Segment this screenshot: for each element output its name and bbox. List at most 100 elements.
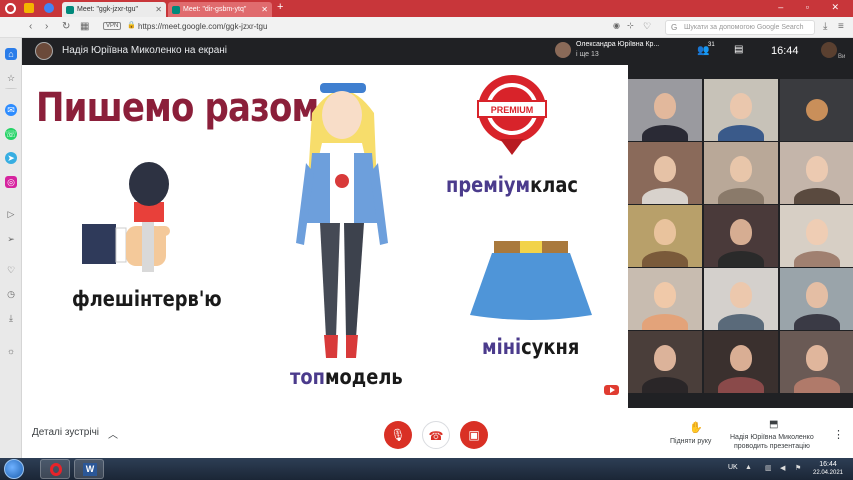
chrome-ext-icon[interactable] — [44, 3, 54, 13]
search-input[interactable]: G Шукати за допомогою Google Search — [665, 20, 815, 35]
presentation-slide: Пишемо разом флешінтерв'ю топмодель PREM… — [22, 65, 628, 408]
downloads-icon[interactable]: ⤓ — [5, 312, 17, 324]
meet-favicon-icon — [172, 5, 180, 14]
messenger-icon[interactable]: ✉ — [5, 104, 17, 116]
present-icon[interactable]: ⬒ — [769, 419, 778, 430]
star-icon[interactable]: ☆ — [5, 72, 17, 84]
new-tab-button[interactable]: + — [277, 1, 283, 13]
windows-taskbar: W UK ▲ ▥ ◀ ⚑ 16:44 22.04.2021 — [0, 458, 853, 480]
keyboard-language[interactable]: UK — [728, 464, 738, 471]
premium-badge-icon: PREMIUM — [477, 75, 547, 155]
tray-arrow-icon[interactable]: ▲ — [745, 464, 752, 471]
sidebar-divider — [5, 88, 17, 89]
skirt-illustration — [470, 241, 592, 320]
participant-tile[interactable] — [628, 142, 702, 204]
raise-hand-label[interactable]: Підняти руку — [670, 438, 711, 445]
tab-meet-2[interactable]: Meet: "dir-gsbm-ytq" ✕ — [168, 2, 272, 17]
window-controls[interactable]: – ▫ ✕ — [778, 2, 849, 13]
history-icon[interactable]: ◷ — [5, 288, 17, 300]
volume-icon[interactable]: ◀ — [780, 464, 785, 472]
reload-icon[interactable]: ↻ — [62, 21, 70, 32]
participant-name: Олександра Юріївна Кр... — [576, 41, 660, 48]
participant-tile[interactable] — [704, 205, 778, 267]
presenter-title: Надія Юріївна Миколенко на екрані — [62, 45, 228, 56]
label-topmodel-highlight: топ — [290, 365, 325, 389]
camera-icon[interactable]: ◉ — [613, 21, 620, 30]
participant-tile[interactable] — [628, 79, 702, 141]
opera-sidebar: ⌂ ☆ ✉ ☏ ➤ ◎ ▷ ➢ ♡ ◷ ⤓ ☼ — [0, 38, 22, 458]
camera-off-button[interactable]: ▣ — [460, 421, 488, 449]
youtube-icon[interactable] — [604, 385, 619, 395]
menu-icon[interactable]: ≡ — [838, 21, 844, 32]
bookmark-heart-icon[interactable]: ♡ — [643, 21, 651, 32]
more-options-icon[interactable]: ⋮ — [833, 428, 844, 441]
hang-up-icon: ☎ — [428, 429, 444, 443]
vpn-badge[interactable]: VPN — [103, 22, 122, 30]
participant-tile[interactable] — [628, 205, 702, 267]
back-icon[interactable]: ‹ — [29, 21, 32, 32]
leave-call-button[interactable]: ☎ — [422, 421, 450, 449]
network-icon[interactable]: ▥ — [765, 464, 772, 472]
participant-tile[interactable] — [628, 268, 702, 330]
close-tab-icon[interactable]: ✕ — [261, 5, 268, 14]
tab-label: Meet: "dir-gsbm-ytq" — [183, 6, 247, 13]
mic-off-button[interactable]: 🎙 — [384, 421, 412, 449]
player-icon[interactable]: ▷ — [5, 208, 17, 220]
opera-logo-icon[interactable] — [5, 3, 16, 14]
participant-tile[interactable] — [704, 331, 778, 393]
download-icon[interactable]: ⤓ — [823, 21, 827, 32]
search-placeholder: Шукати за допомогою Google Search — [684, 24, 804, 31]
forward-icon[interactable]: › — [45, 21, 48, 32]
raise-hand-icon[interactable]: ✋ — [689, 421, 703, 434]
tray-time[interactable]: 16:44 — [810, 461, 846, 468]
send-icon[interactable]: ➢ — [5, 233, 17, 245]
url-field[interactable]: https://meet.google.com/ggk-jzxr-tgu — [138, 22, 267, 31]
participant-more: і ще 13 — [576, 51, 599, 58]
microphone-illustration — [82, 162, 170, 272]
participant-tile[interactable] — [704, 79, 778, 141]
presenter-label[interactable]: Надія Юріївна Миколенко — [730, 434, 814, 441]
address-bar: ‹ › ↻ ▦ VPN 🔒 https://meet.google.com/gg… — [0, 17, 853, 38]
label-topmodel-rest: модель — [324, 365, 403, 389]
participant-tile[interactable] — [780, 142, 853, 204]
telegram-icon[interactable]: ➤ — [5, 152, 17, 164]
home-icon[interactable]: ⌂ — [5, 48, 17, 60]
taskbar-word-icon[interactable]: W — [74, 459, 104, 479]
self-avatar[interactable] — [821, 42, 837, 58]
presenting-label[interactable]: проводить презентацію — [734, 443, 810, 450]
participant-tile[interactable] — [780, 205, 853, 267]
tab-meet-1[interactable]: Meet: "ggk-jzxr-tgu" ✕ — [62, 2, 166, 17]
chat-icon[interactable]: ▤ — [734, 44, 743, 55]
participant-tile[interactable] — [780, 331, 853, 393]
close-tab-icon[interactable]: ✕ — [155, 5, 162, 14]
meet-header: Надія Юріївна Миколенко на екрані Олекса… — [22, 38, 853, 65]
google-icon: G — [671, 23, 678, 32]
speed-dial-icon[interactable] — [24, 3, 34, 13]
participant-tile[interactable] — [704, 142, 778, 204]
cursor-icon[interactable]: ⊹ — [627, 21, 634, 30]
presenter-avatar — [35, 42, 53, 60]
tab-label: Meet: "ggk-jzxr-tgu" — [77, 6, 138, 13]
flag-icon[interactable]: ⚑ — [795, 464, 801, 472]
lightbulb-icon[interactable]: ☼ — [5, 345, 17, 357]
label-minidress: мінісукня — [482, 335, 579, 359]
participant-tile[interactable] — [704, 268, 778, 330]
model-illustration — [296, 83, 388, 358]
meeting-details-button[interactable]: Деталі зустрічі — [32, 427, 99, 438]
whatsapp-icon[interactable]: ☏ — [5, 128, 17, 140]
chevron-up-icon[interactable]: ︿ — [108, 426, 118, 441]
self-label: Ви — [838, 54, 846, 60]
label-topmodel: топмодель — [290, 365, 403, 389]
participant-tile[interactable] — [780, 79, 853, 141]
heart-icon[interactable]: ♡ — [5, 264, 17, 276]
slide-title: Пишемо разом — [36, 85, 319, 131]
participant-tile[interactable] — [780, 268, 853, 330]
start-button[interactable] — [4, 459, 24, 479]
camera-off-icon: ▣ — [468, 428, 480, 442]
instagram-icon[interactable]: ◎ — [5, 176, 17, 188]
taskbar-opera-icon[interactable] — [40, 459, 70, 479]
people-count: 31 — [708, 42, 715, 48]
participant-tile[interactable] — [628, 331, 702, 393]
tabs-grid-icon[interactable]: ▦ — [80, 21, 89, 32]
tray-date[interactable]: 22.04.2021 — [808, 470, 848, 476]
